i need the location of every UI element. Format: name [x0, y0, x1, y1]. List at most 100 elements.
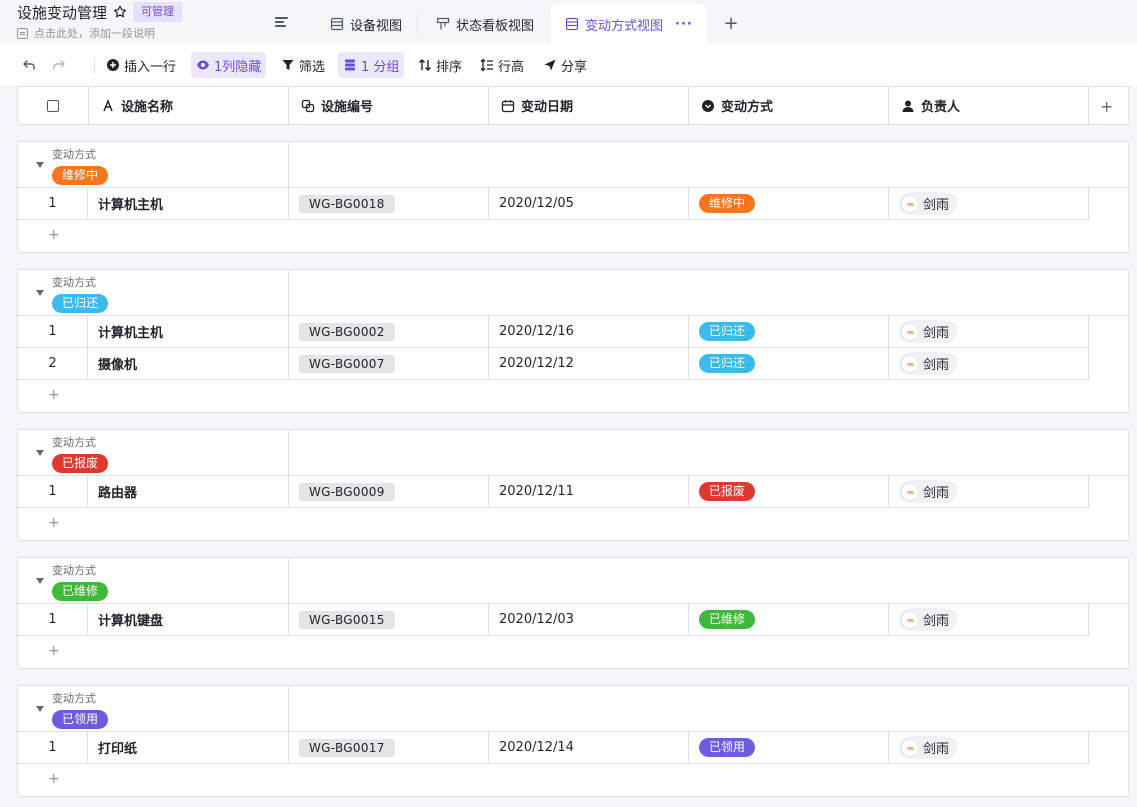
name-cell[interactable]: 路由器	[88, 476, 289, 507]
group-header[interactable]: 变动方式 已领用	[18, 686, 1128, 732]
sort-button[interactable]: 排序	[413, 52, 467, 78]
column-header-code[interactable]: 设施编号	[289, 87, 489, 124]
code-chip: WG-BG0017	[299, 738, 395, 757]
hidden-columns-button[interactable]: 1列隐藏	[191, 52, 267, 78]
code-cell[interactable]: WG-BG0018	[289, 188, 489, 219]
owner-chip: 剑雨	[899, 192, 958, 215]
add-row-button[interactable]: +	[18, 508, 1128, 539]
row-index: 1	[18, 188, 88, 219]
row-index: 2	[18, 348, 88, 379]
column-label: 设施编号	[321, 100, 374, 115]
group-header[interactable]: 变动方式 已归还	[18, 270, 1128, 316]
tab-label: 变动方式视图	[585, 18, 664, 34]
type-cell[interactable]: 已归还	[689, 316, 889, 347]
add-row-button[interactable]: +	[18, 636, 1128, 667]
date-cell[interactable]: 2020/12/14	[489, 732, 689, 763]
table-row[interactable]: 2 摄像机 WG-BG0007 2020/12/12 已归还 剑雨	[18, 348, 1089, 380]
tab-label: 状态看板视图	[456, 18, 535, 34]
type-cell[interactable]: 已维修	[689, 604, 889, 635]
owner-name: 剑雨	[923, 326, 950, 341]
column-header-name[interactable]: 设施名称	[89, 87, 289, 124]
code-chip: WG-BG0018	[299, 194, 395, 213]
column-label: 变动方式	[721, 100, 774, 115]
add-view-button[interactable]: +	[722, 13, 740, 34]
add-column-button[interactable]: +	[1100, 97, 1113, 116]
owner-cell[interactable]: 剑雨	[889, 348, 1089, 379]
type-cell[interactable]: 维修中	[689, 188, 889, 219]
row-height-button[interactable]: 行高	[475, 52, 529, 78]
date-cell[interactable]: 2020/12/11	[489, 476, 689, 507]
owner-cell[interactable]: 剑雨	[889, 476, 1089, 507]
description-row[interactable]: 点击此处，添加一段说明	[17, 25, 182, 41]
code-cell[interactable]: WG-BG0009	[289, 476, 489, 507]
tab-kanban-view[interactable]: 状态看板视图	[422, 4, 548, 44]
group-field-label: 变动方式	[52, 276, 96, 289]
collapse-caret-icon[interactable]	[36, 450, 44, 456]
select-all-checkbox[interactable]	[47, 99, 59, 112]
group-tag: 维修中	[52, 166, 109, 185]
add-row-button[interactable]: +	[18, 764, 1128, 795]
star-icon[interactable]	[113, 5, 127, 19]
collapse-caret-icon[interactable]	[36, 162, 44, 168]
avatar	[901, 482, 919, 501]
add-row-button[interactable]: +	[18, 380, 1128, 411]
owner-name: 剑雨	[923, 614, 950, 629]
collapse-caret-icon[interactable]	[36, 706, 44, 712]
code-cell[interactable]: WG-BG0015	[289, 604, 489, 635]
type-cell[interactable]: 已报废	[689, 476, 889, 507]
group-label: 1 分组	[361, 59, 400, 75]
undo-button[interactable]	[17, 52, 41, 78]
name-cell[interactable]: 计算机主机	[88, 188, 289, 219]
type-cell[interactable]: 已领用	[689, 732, 889, 763]
column-header-type[interactable]: 变动方式	[689, 87, 889, 124]
name-cell[interactable]: 打印纸	[88, 732, 289, 763]
redo-button[interactable]	[47, 52, 71, 78]
name-cell[interactable]: 计算机键盘	[88, 604, 289, 635]
table-row[interactable]: 1 路由器 WG-BG0009 2020/12/11 已报废 剑雨	[18, 476, 1089, 508]
sidebar-toggle-icon[interactable]	[275, 17, 288, 29]
owner-cell[interactable]: 剑雨	[889, 316, 1089, 347]
type-tag: 已领用	[699, 738, 756, 757]
group-header[interactable]: 变动方式 已维修	[18, 558, 1128, 604]
code-chip: WG-BG0007	[299, 354, 395, 373]
type-cell[interactable]: 已归还	[689, 348, 889, 379]
table-row[interactable]: 1 计算机键盘 WG-BG0015 2020/12/03 已维修 剑雨	[18, 604, 1089, 636]
name-cell[interactable]: 计算机主机	[88, 316, 289, 347]
collapse-caret-icon[interactable]	[36, 578, 44, 584]
tab-equipment-view[interactable]: 设备视图	[316, 4, 416, 44]
owner-cell[interactable]: 剑雨	[889, 188, 1089, 219]
permission-badge[interactable]: 可管理	[133, 2, 183, 22]
owner-cell[interactable]: 剑雨	[889, 604, 1089, 635]
date-cell[interactable]: 2020/12/03	[489, 604, 689, 635]
code-cell[interactable]: WG-BG0017	[289, 732, 489, 763]
filter-label: 筛选	[299, 59, 326, 75]
select-all-checkbox-cell[interactable]	[18, 87, 89, 124]
date-cell[interactable]: 2020/12/05	[489, 188, 689, 219]
share-label: 分享	[561, 59, 588, 75]
owner-cell[interactable]: 剑雨	[889, 732, 1089, 763]
code-cell[interactable]: WG-BG0002	[289, 316, 489, 347]
add-row-button[interactable]: +	[18, 220, 1128, 251]
tab-change-type-view[interactable]: 变动方式视图 ···	[551, 4, 707, 44]
table-row[interactable]: 1 打印纸 WG-BG0017 2020/12/14 已领用 剑雨	[18, 732, 1089, 764]
group-section: 变动方式 已归还 1 计算机主机 WG-BG0002 2020/12/16 已归…	[17, 269, 1129, 413]
name-cell[interactable]: 摄像机	[88, 348, 289, 379]
table-row[interactable]: 1 计算机主机 WG-BG0002 2020/12/16 已归还 剑雨	[18, 316, 1089, 348]
eye-icon	[197, 60, 209, 70]
group-button[interactable]: 1 分组	[338, 52, 405, 78]
date-cell[interactable]: 2020/12/12	[489, 348, 689, 379]
column-header-date[interactable]: 变动日期	[489, 87, 689, 124]
group-header[interactable]: 变动方式 已报废	[18, 430, 1128, 476]
code-cell[interactable]: WG-BG0007	[289, 348, 489, 379]
app-title[interactable]: 设施变动管理	[17, 2, 107, 23]
more-options-icon[interactable]: ···	[675, 17, 693, 32]
description-placeholder[interactable]: 点击此处，添加一段说明	[34, 25, 155, 41]
collapse-caret-icon[interactable]	[36, 290, 44, 296]
date-cell[interactable]: 2020/12/16	[489, 316, 689, 347]
insert-row-button[interactable]: 插入一行	[101, 52, 181, 78]
column-header-owner[interactable]: 负责人	[889, 87, 1089, 124]
share-button[interactable]: 分享	[538, 52, 592, 78]
filter-button[interactable]: 筛选	[276, 52, 330, 78]
table-row[interactable]: 1 计算机主机 WG-BG0018 2020/12/05 维修中 剑雨	[18, 188, 1089, 220]
group-header[interactable]: 变动方式 维修中	[18, 142, 1128, 188]
